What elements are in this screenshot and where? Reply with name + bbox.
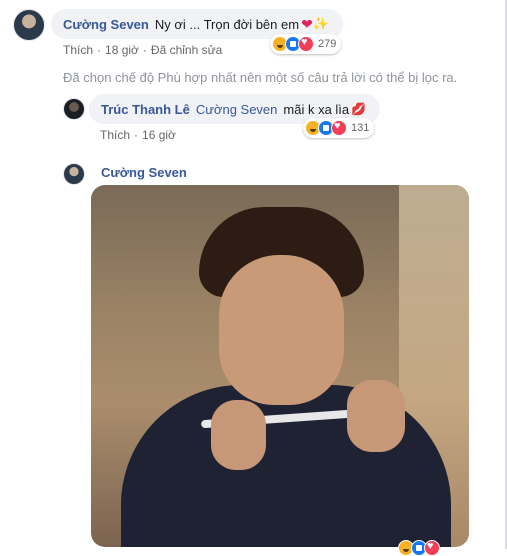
comment-author[interactable]: Cường Seven bbox=[63, 17, 149, 32]
comment-meta: Thích · 18 giờ · Đã chỉnh sửa bbox=[63, 43, 223, 57]
avatar[interactable] bbox=[63, 163, 85, 185]
filter-note: Đã chọn chế độ Phù hợp nhất nên một số c… bbox=[63, 70, 458, 85]
love-reaction-icon bbox=[298, 36, 314, 52]
sparkles-emoji: ✨ bbox=[312, 16, 329, 31]
reaction-summary[interactable] bbox=[398, 540, 440, 556]
lips-emoji: 💋 bbox=[351, 102, 367, 116]
avatar[interactable] bbox=[13, 9, 45, 41]
love-reaction-icon bbox=[424, 540, 440, 556]
reaction-count: 131 bbox=[351, 122, 370, 134]
reaction-count: 279 bbox=[318, 38, 337, 50]
reply-time[interactable]: 16 giờ bbox=[142, 128, 176, 142]
reaction-summary[interactable]: 131 bbox=[303, 118, 375, 138]
edited-label: Đã chỉnh sửa bbox=[150, 43, 223, 57]
reply-mention[interactable]: Cường Seven bbox=[196, 102, 278, 117]
like-link[interactable]: Thích bbox=[63, 43, 93, 57]
love-reaction-icon bbox=[331, 120, 347, 136]
gif-image[interactable] bbox=[91, 185, 469, 547]
like-link[interactable]: Thích bbox=[100, 128, 130, 142]
reaction-summary[interactable]: 279 bbox=[270, 34, 342, 54]
heart-emoji: ❤ bbox=[301, 15, 313, 32]
reply-text: mãi k xa lìa bbox=[283, 101, 350, 117]
gif-reply-author[interactable]: Cường Seven bbox=[101, 165, 187, 180]
reply-author[interactable]: Trúc Thanh Lê bbox=[101, 102, 190, 117]
comment-time[interactable]: 18 giờ bbox=[105, 43, 139, 57]
reply-meta: Thích · 16 giờ bbox=[100, 128, 176, 142]
comment-text: Ny ơi ... Trọn đời bên em bbox=[154, 16, 300, 32]
avatar[interactable] bbox=[63, 98, 85, 120]
